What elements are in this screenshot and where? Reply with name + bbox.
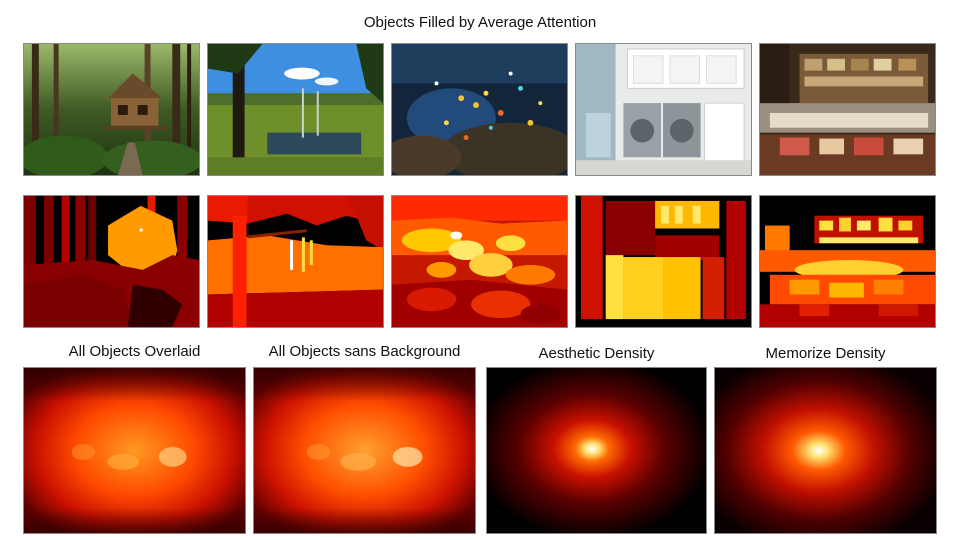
heatmap-aesthetic-density <box>486 367 707 534</box>
heatmap-all-objects-overlaid <box>23 367 246 534</box>
label-all-objects-sans-background: All Objects sans Background <box>268 343 461 360</box>
photo-laundry <box>575 43 752 176</box>
attention-map-marsh <box>207 195 384 328</box>
label-all-objects-overlaid: All Objects Overlaid <box>68 343 201 360</box>
attention-map-treehouse <box>23 195 200 328</box>
label-memorize-density: Memorize Density <box>765 345 886 362</box>
attention-map-reef <box>391 195 568 328</box>
attention-map-laundry <box>575 195 752 328</box>
attention-map-deli <box>759 195 936 328</box>
figure-title: Objects Filled by Average Attention <box>363 14 597 31</box>
photo-deli <box>759 43 936 176</box>
photo-treehouse <box>23 43 200 176</box>
photo-marsh <box>207 43 384 176</box>
heatmap-memorize-density <box>714 367 937 534</box>
photo-reef <box>391 43 568 176</box>
heatmap-all-objects-sans-background <box>253 367 476 534</box>
label-aesthetic-density: Aesthetic Density <box>538 345 655 362</box>
